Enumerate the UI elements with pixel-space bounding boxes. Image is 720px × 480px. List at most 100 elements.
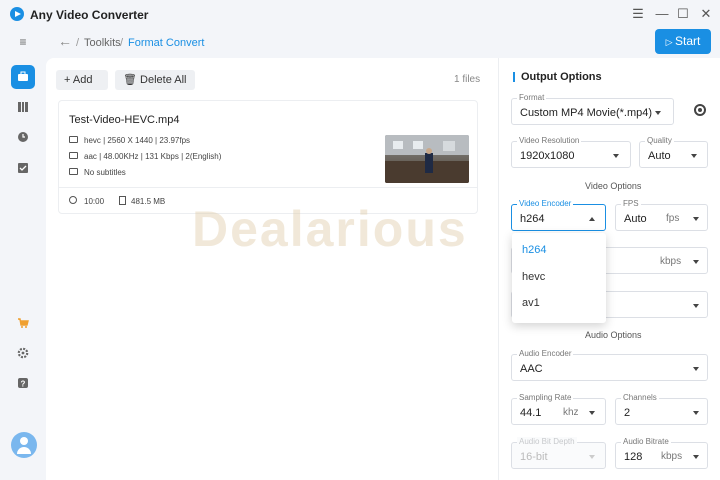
chevron-down-icon	[589, 411, 595, 415]
delete-all-button[interactable]: 🗑 Delete All	[115, 70, 195, 90]
output-options-title: Output Options	[513, 72, 602, 83]
file-name: Test-Video-HEVC.mp4	[69, 114, 180, 126]
back-arrow-icon[interactable]: ←	[58, 33, 72, 49]
watermark: Dealarious	[192, 201, 468, 257]
quality-value: Auto	[648, 150, 671, 162]
chevron-down-icon	[693, 217, 699, 221]
audio-info: aac | 48.00KHz | 131 Kbps | 2(English)	[84, 152, 222, 161]
audio-options-heading: Audio Options	[585, 330, 642, 340]
breadcrumb-separator: /	[120, 37, 124, 49]
play-icon: ▷	[665, 37, 676, 47]
breadcrumb-toolkits[interactable]: Toolkits	[84, 37, 121, 49]
file-list-area: + Add 🗑 Delete All 1 files Test-Video-HE…	[46, 58, 498, 480]
channels-value: 2	[624, 407, 631, 419]
audio-bitrate-unit: kbps	[661, 451, 683, 462]
sampling-rate-label: Sampling Rate	[517, 393, 574, 403]
menu-icon[interactable]: ☰	[627, 4, 649, 24]
breadcrumb-current: Format Convert	[128, 37, 205, 49]
close-button[interactable]: ✕	[695, 4, 717, 24]
encoder-option-h264[interactable]: h264	[522, 244, 546, 256]
chevron-down-icon	[691, 154, 697, 158]
video-info-icon	[69, 136, 78, 143]
audio-encoder-label: Audio Encoder	[517, 349, 574, 359]
format-select[interactable]: Format Custom MP4 Movie(*.mp4)	[511, 93, 674, 125]
audio-info-icon	[69, 152, 78, 159]
chevron-down-icon	[693, 455, 699, 459]
resolution-value: 1920x1080	[520, 150, 575, 162]
chevron-down-icon	[693, 411, 699, 415]
video-encoder-value: h264	[520, 213, 545, 225]
encoder-option-av1[interactable]: av1	[522, 297, 540, 309]
file-card-divider	[59, 187, 477, 188]
minimize-button[interactable]: —	[651, 4, 673, 24]
help-icon[interactable]: ?	[11, 371, 35, 395]
format-settings-gear-icon[interactable]	[694, 104, 706, 116]
sampling-rate-value: 44.1	[520, 407, 542, 419]
title-bar: Any Video Converter ☰ — ☐ ✕	[0, 0, 720, 28]
audio-encoder-value: AAC	[520, 363, 543, 375]
video-encoder-select[interactable]: Video Encoder h264	[511, 199, 606, 231]
chevron-down-icon	[589, 455, 595, 459]
breadcrumb-separator: /	[76, 37, 80, 49]
briefcase-icon[interactable]	[11, 65, 35, 89]
app-title: Any Video Converter	[30, 8, 149, 22]
subtitle-info-icon	[69, 168, 78, 175]
fps-unit: fps	[666, 213, 680, 224]
gear-icon[interactable]	[11, 341, 35, 365]
sampling-rate-select[interactable]: Sampling Rate 44.1 khz	[511, 393, 606, 425]
file-card[interactable]: Test-Video-HEVC.mp4 hevc | 2560 X 1440 |…	[58, 100, 478, 214]
video-options-heading: Video Options	[585, 181, 642, 191]
fps-select[interactable]: FPS Auto fps	[615, 199, 708, 231]
quality-select[interactable]: Quality Auto	[639, 136, 708, 168]
channels-select[interactable]: Channels 2	[615, 393, 708, 425]
video-info: hevc | 2560 X 1440 | 23.97fps	[84, 136, 191, 145]
file-size-icon	[119, 196, 126, 205]
fps-label: FPS	[621, 199, 641, 209]
bit-depth-label: Audio Bit Depth	[517, 437, 577, 447]
chevron-down-icon	[693, 304, 699, 308]
app-logo-icon	[10, 7, 24, 21]
trash-icon: 🗑	[123, 74, 141, 86]
chevron-up-icon	[589, 217, 595, 221]
video-encoder-label: Video Encoder	[517, 199, 574, 209]
files-count: 1 files	[454, 74, 481, 85]
chevron-down-icon	[693, 367, 699, 371]
start-label: Start	[675, 34, 701, 48]
video-resolution-select[interactable]: Video Resolution 1920x1080	[511, 136, 631, 168]
duration-icon	[69, 196, 77, 204]
delete-all-label: Delete All	[140, 74, 187, 86]
menu-toggle-icon[interactable]: ≡	[11, 30, 35, 54]
encoder-option-hevc[interactable]: hevc	[522, 271, 545, 283]
checklist-icon[interactable]	[11, 156, 35, 180]
format-label: Format	[517, 93, 547, 103]
sampling-rate-unit: khz	[563, 407, 579, 418]
audio-bitrate-value: 128	[624, 451, 643, 463]
chevron-down-icon	[613, 154, 619, 158]
fps-value: Auto	[624, 213, 647, 225]
svg-text:?: ?	[21, 379, 26, 388]
audio-bit-depth-select: Audio Bit Depth 16-bit	[511, 437, 606, 469]
start-button[interactable]: ▷ Start	[655, 29, 711, 54]
breadcrumb: ← / Toolkits / Format Convert ▷ Start	[46, 28, 720, 58]
avatar[interactable]	[11, 432, 37, 458]
maximize-button[interactable]: ☐	[672, 4, 694, 24]
video-encoder-dropdown: h264 hevc av1	[512, 233, 606, 323]
format-value: Custom MP4 Movie(*.mp4)	[520, 107, 653, 119]
cart-icon[interactable]	[11, 311, 35, 335]
video-thumbnail[interactable]	[385, 135, 469, 183]
bit-depth-value: 16-bit	[520, 451, 548, 463]
audio-bitrate-select[interactable]: Audio Bitrate 128 kbps	[615, 437, 708, 469]
clock-icon[interactable]	[11, 125, 35, 149]
audio-encoder-select[interactable]: Audio Encoder AAC	[511, 349, 708, 381]
subtitle-info: No subtitles	[84, 168, 126, 177]
resolution-label: Video Resolution	[517, 136, 582, 146]
columns-icon[interactable]	[11, 95, 35, 119]
video-bitrate-unit: kbps	[660, 256, 682, 267]
chevron-down-icon	[693, 260, 699, 264]
sidebar: ≡ ?	[0, 28, 46, 480]
plus-icon: +	[64, 74, 73, 86]
add-button[interactable]: + Add	[56, 70, 108, 90]
chevron-down-icon	[655, 111, 661, 115]
file-duration: 10:00	[84, 197, 105, 206]
add-label: Add	[72, 74, 93, 86]
